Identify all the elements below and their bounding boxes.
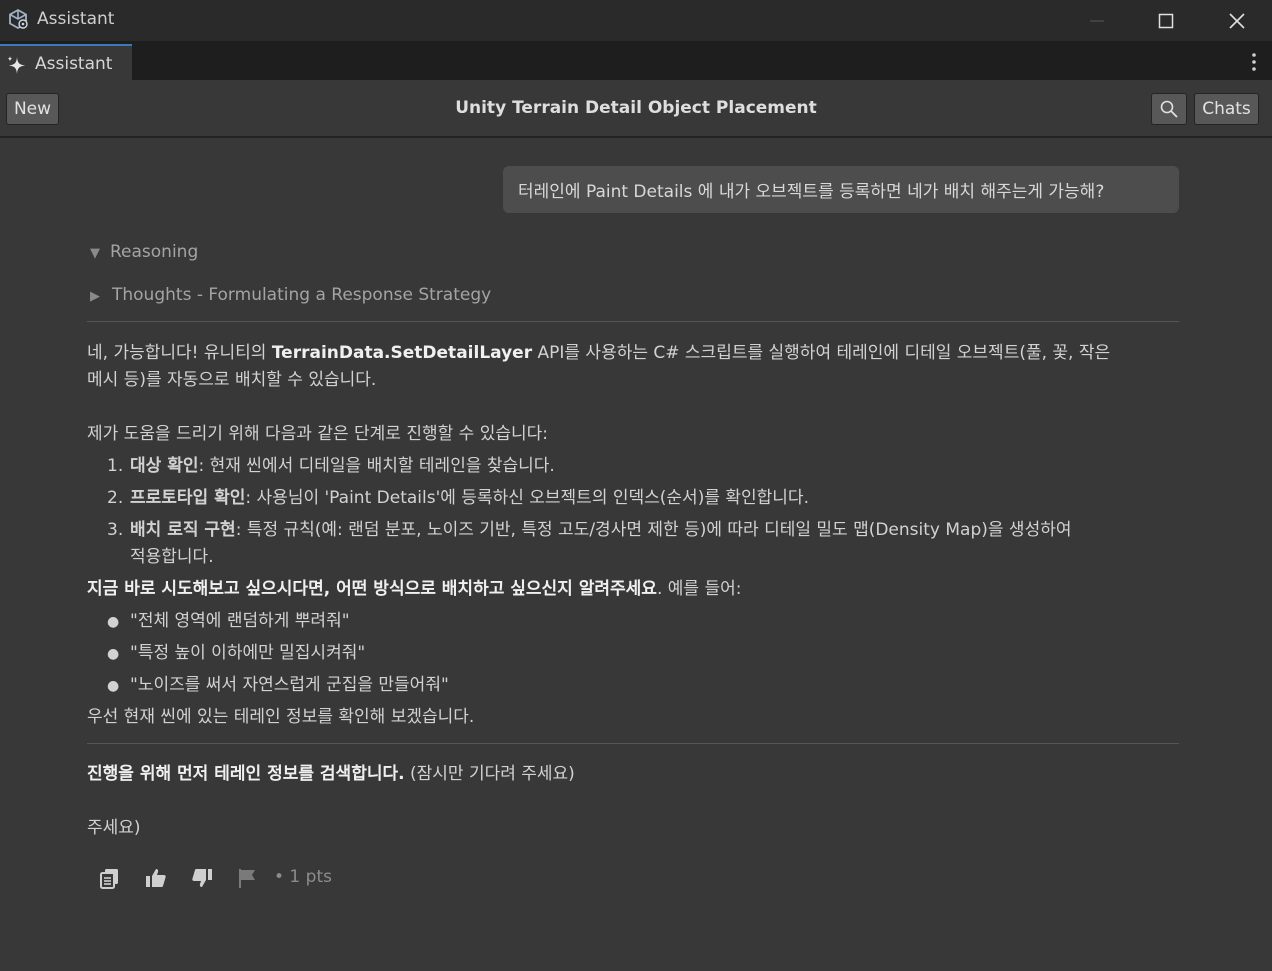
collapsed-triangle-icon: ▶ (90, 289, 100, 304)
steps-intro: 제가 도움을 드리기 위해 다음과 같은 단계로 진행할 수 있습니다: (87, 424, 549, 444)
bullet: ● (107, 614, 120, 630)
window-title: Assistant (37, 9, 115, 29)
close-button[interactable] (1202, 0, 1272, 41)
user-message-bubble: 터레인에 Paint Details 에 내가 오브젝트를 등록하면 네가 배치… (503, 166, 1179, 213)
tab-assistant-label: Assistant (35, 54, 113, 74)
minimize-icon (1090, 20, 1104, 21)
progress-text: 진행을 위해 먼저 테레인 정보를 검색합니다. (잠시만 기다려 주세요) (87, 761, 1182, 788)
step-text: : 사용님이 'Paint Details'에 등록하신 오브젝트의 인덱스(순… (245, 488, 809, 508)
bullet: ● (107, 646, 120, 662)
thoughts-toggle[interactable]: ▶ Thoughts - Formulating a Response Strat… (90, 285, 491, 305)
closing-text: 우선 현재 씬에 있는 테레인 정보를 확인해 보겠습니다. (87, 707, 475, 727)
thumbs-down-icon[interactable] (190, 866, 214, 890)
chats-button[interactable]: Chats (1194, 93, 1259, 125)
reasoning-toggle[interactable]: ▼ Reasoning (90, 242, 198, 262)
minimize-button[interactable] (1062, 0, 1132, 41)
more-options-icon[interactable] (1244, 51, 1264, 73)
cta-text: . 예를 들어: (656, 579, 742, 599)
list-item: 1. 대상 확인: 현재 씬에서 디테일을 배치할 테레인을 찾습니다. (107, 453, 1182, 480)
list-item: ● "특정 높이 이하에만 밀집시켜줘" (107, 640, 365, 668)
call-to-action: 지금 바로 시도해보고 싶으시다면, 어떤 방식으로 배치하고 싶으신지 알려주… (87, 576, 1182, 603)
points-label: • 1 pts (274, 867, 332, 887)
step-text-continued: 적용합니다. (130, 547, 214, 567)
expanded-triangle-icon: ▼ (90, 246, 100, 261)
bullet: ● (107, 678, 120, 694)
list-number: 3. (107, 520, 124, 540)
example-text: "특정 높이 이하에만 밀집시켜줘" (130, 643, 366, 663)
tab-assistant[interactable]: Assistant (0, 44, 132, 80)
list-number: 2. (107, 488, 124, 508)
list-item: 2. 프로토타입 확인: 사용님이 'Paint Details'에 등록하신 오… (107, 485, 1182, 512)
step-text: : 특정 규칙(예: 랜덤 분포, 노이즈 기반, 특정 고도/경사면 제한 등… (235, 520, 1072, 540)
new-chat-button[interactable]: New (6, 93, 59, 125)
flag-icon[interactable] (236, 866, 260, 890)
cta-bold-2: 어떤 방식으로 배치하고 싶으신지 알려주세요 (330, 579, 657, 599)
list-number: 1. (107, 456, 124, 476)
maximize-icon (1158, 13, 1174, 28)
window-titlebar: Assistant (0, 0, 1272, 41)
tab-strip: Assistant (0, 41, 1272, 80)
response-intro: 네, 가능합니다! 유니티의 TerrainData.SetDetailLaye… (87, 340, 1182, 394)
api-name: TerrainData.SetDetailLayer (271, 343, 533, 363)
copy-icon[interactable] (98, 866, 122, 890)
divider (87, 743, 1179, 744)
example-text: "전체 영역에 랜덤하게 뿌려줘" (130, 611, 350, 631)
list-item: 3. 배치 로직 구현: 특정 규칙(예: 랜덤 분포, 노이즈 기반, 특정 고… (107, 517, 1182, 567)
list-item: ● "노이즈를 써서 자연스럽게 군집을 만들어줘" (107, 672, 449, 700)
response-intro-text: 네, 가능합니다! 유니티의 (87, 343, 272, 363)
trailing-text: 주세요) (87, 818, 141, 838)
response-intro-text-3: 메시 등)를 자동으로 배치할 수 있습니다. (87, 370, 377, 390)
step-title: 배치 로직 구현 (130, 520, 236, 540)
sparkle-icon (7, 56, 25, 74)
step-title: 대상 확인 (130, 456, 199, 476)
conversation-title: Unity Terrain Detail Object Placement (455, 98, 817, 118)
progress-rest: (잠시만 기다려 주세요) (404, 764, 575, 784)
step-title: 프로토타입 확인 (130, 488, 246, 508)
maximize-button[interactable] (1131, 0, 1201, 41)
response-intro-text-2: API를 사용하는 C# 스크립트를 실행하여 테레인에 디테일 오브젝트(풀,… (532, 343, 1111, 363)
divider (87, 321, 1179, 322)
step-text: : 현재 씬에서 디테일을 배치할 테레인을 찾습니다. (198, 456, 555, 476)
close-icon (1229, 12, 1245, 29)
progress-bold: 진행을 위해 먼저 테레인 정보를 검색합니다. (87, 764, 405, 784)
reasoning-label: Reasoning (110, 242, 199, 262)
thoughts-label: Thoughts - Formulating a Response Strate… (112, 285, 492, 305)
search-button[interactable] (1151, 93, 1187, 125)
thumbs-up-icon[interactable] (144, 866, 168, 890)
search-icon (1160, 100, 1178, 118)
cta-bold: 지금 바로 시도해보고 싶으시다면, (87, 579, 331, 599)
assistant-toolbar: New Unity Terrain Detail Object Placemen… (0, 80, 1272, 138)
example-text: "노이즈를 써서 자연스럽게 군집을 만들어줘" (130, 675, 449, 695)
list-item: ● "전체 영역에 랜덤하게 뿌려줘" (107, 608, 350, 636)
unity-logo-icon (9, 8, 28, 30)
